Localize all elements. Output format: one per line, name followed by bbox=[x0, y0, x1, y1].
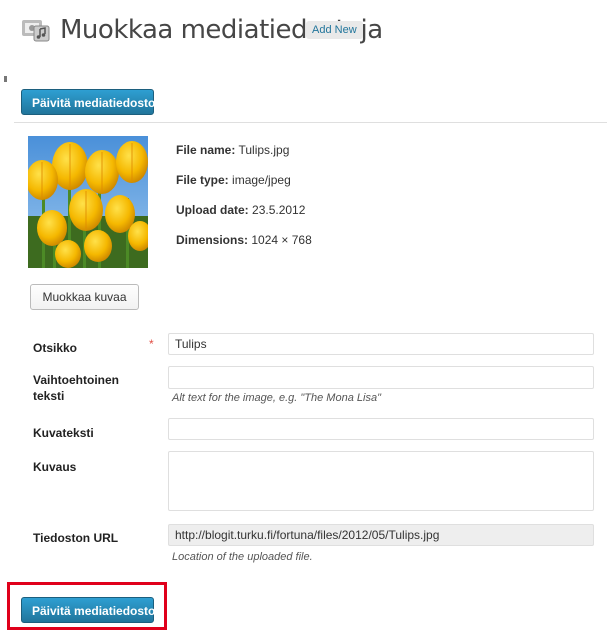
media-library-icon bbox=[21, 14, 51, 44]
file-type-label: File type: bbox=[176, 173, 229, 187]
add-new-button[interactable]: Add New bbox=[306, 21, 363, 39]
required-marker: * bbox=[149, 337, 154, 351]
file-type-value: image/jpeg bbox=[232, 173, 291, 187]
file-url-help: Location of the uploaded file. bbox=[172, 551, 313, 563]
description-label: Kuvaus bbox=[33, 460, 77, 474]
dimensions-label: Dimensions: bbox=[176, 233, 249, 247]
alt-text-help: Alt text for the image, e.g. "The Mona L… bbox=[172, 392, 381, 404]
caption-label: Kuvateksti bbox=[33, 426, 94, 440]
dimensions-row: Dimensions: 1024 × 768 bbox=[176, 233, 312, 247]
title-label: Otsikko bbox=[33, 341, 78, 355]
caption-input[interactable] bbox=[168, 418, 594, 440]
file-url-label: Tiedoston URL bbox=[33, 531, 119, 545]
file-type-row: File type: image/jpeg bbox=[176, 173, 291, 187]
dimensions-value: 1024 × 768 bbox=[251, 233, 312, 247]
divider bbox=[14, 122, 607, 123]
title-input[interactable]: Tulips bbox=[168, 333, 594, 355]
description-textarea[interactable] bbox=[168, 451, 594, 511]
file-name-value: Tulips.jpg bbox=[238, 143, 290, 157]
upload-date-row: Upload date: 23.5.2012 bbox=[176, 203, 305, 217]
media-thumbnail bbox=[28, 136, 148, 268]
file-name-row: File name: Tulips.jpg bbox=[176, 143, 289, 157]
file-url-input[interactable]: http://blogit.turku.fi/fortuna/files/201… bbox=[168, 524, 594, 546]
alt-text-input[interactable] bbox=[168, 366, 594, 389]
edit-image-button[interactable]: Muokkaa kuvaa bbox=[30, 284, 139, 310]
update-media-button-bottom[interactable]: Päivitä mediatiedosto bbox=[21, 597, 155, 623]
update-media-button-top[interactable]: Päivitä mediatiedosto bbox=[21, 89, 155, 115]
upload-date-value: 23.5.2012 bbox=[252, 203, 306, 217]
collapse-arrow-icon[interactable] bbox=[4, 76, 7, 82]
alt-text-label: Vaihtoehtoinen teksti bbox=[33, 373, 120, 403]
file-name-label: File name: bbox=[176, 143, 236, 157]
upload-date-label: Upload date: bbox=[176, 203, 249, 217]
